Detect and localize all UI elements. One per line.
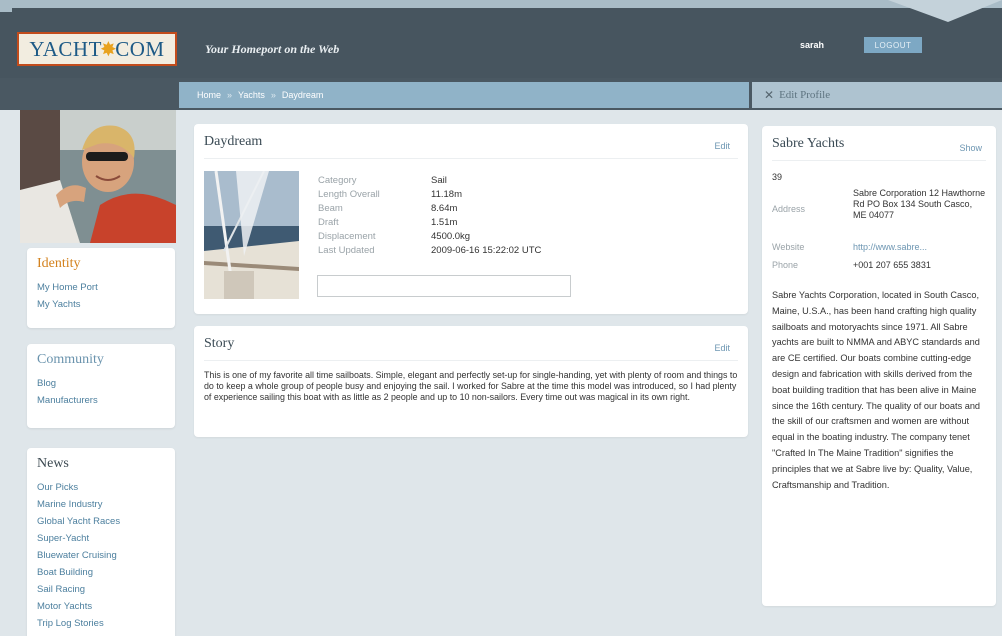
spec-empty-field[interactable] xyxy=(317,275,571,297)
sidebar-item-blog[interactable]: Blog xyxy=(37,375,165,392)
spec-label: Beam xyxy=(318,202,343,214)
breadcrumb-separator: » xyxy=(227,90,233,100)
manufacturer-show-link[interactable]: Show xyxy=(959,143,982,153)
sidebar-item-sail-racing[interactable]: Sail Racing xyxy=(37,581,165,598)
edit-profile-label: Edit Profile xyxy=(779,89,831,101)
breadcrumb: Home » Yachts » Daydream xyxy=(179,82,749,108)
manufacturer-number: 39 xyxy=(772,172,783,182)
sidebar-item-bluewater-cruising[interactable]: Bluewater Cruising xyxy=(37,547,165,564)
breadcrumb-yachts[interactable]: Yachts xyxy=(238,90,265,100)
yacht-specs: Category Sail Length Overall 11.18m Beam… xyxy=(318,173,541,257)
breadcrumb-separator: » xyxy=(270,90,276,100)
spec-label: Last Updated xyxy=(318,244,375,256)
site-tagline: Your Homeport on the Web xyxy=(205,42,340,56)
story-panel: Story Edit This is one of my favorite al… xyxy=(194,326,748,437)
spec-value: 8.64m xyxy=(431,202,458,214)
yacht-edit-link[interactable]: Edit xyxy=(714,141,730,151)
manufacturer-description: Sabre Yachts Corporation, located in Sou… xyxy=(772,290,981,490)
sidebar-identity: Identity My Home Port My Yachts xyxy=(27,248,175,328)
edit-profile-button[interactable]: ✕ Edit Profile xyxy=(752,82,1002,108)
yacht-photo xyxy=(204,171,299,299)
spec-value: 2009-06-16 15:22:02 UTC xyxy=(431,244,542,256)
sidebar-community-title: Community xyxy=(37,352,104,367)
spec-value: 11.18m xyxy=(431,188,462,200)
manufacturer-address-row: Address Sabre Corporation 12 Hawthorne R… xyxy=(772,188,988,221)
sidebar-item-super-yacht[interactable]: Super-Yacht xyxy=(37,530,165,547)
sidebar-item-global-yacht-races[interactable]: Global Yacht Races xyxy=(37,513,165,530)
sidebar-item-motor-yachts[interactable]: Motor Yachts xyxy=(37,598,165,615)
spec-label: Draft xyxy=(318,216,339,228)
site-logo[interactable]: YACHT ✸ COM xyxy=(17,32,177,66)
spec-value: 1.51m xyxy=(431,216,458,228)
website-link[interactable]: http://www.sabre... xyxy=(853,242,988,253)
divider xyxy=(772,160,986,161)
spec-row: Beam 8.64m xyxy=(318,201,541,215)
address-label: Address xyxy=(772,204,806,214)
profile-photo xyxy=(20,110,176,243)
divider xyxy=(204,360,738,361)
manufacturer-phone-row: Phone +001 207 655 3831 xyxy=(772,260,988,271)
spec-row: Length Overall 11.18m xyxy=(318,187,541,201)
spec-row: Category Sail xyxy=(318,173,541,187)
username-label[interactable]: sarah xyxy=(800,40,824,50)
logo-text-left: YACHT xyxy=(29,36,102,61)
breadcrumb-current: Daydream xyxy=(281,90,324,100)
sidebar-identity-title: Identity xyxy=(37,256,81,271)
sidebar-item-trip-log-stories[interactable]: Trip Log Stories xyxy=(37,615,165,632)
manufacturer-website-row: Website http://www.sabre... xyxy=(772,242,988,253)
header-top-edge xyxy=(12,8,1002,12)
sidebar-item-manufacturers[interactable]: Manufacturers xyxy=(37,392,165,409)
spec-row: Displacement 4500.0kg xyxy=(318,229,541,243)
divider xyxy=(204,158,738,159)
wrench-screwdriver-icon: ✕ xyxy=(764,87,775,102)
logo-text-right: COM xyxy=(115,36,165,61)
yacht-name: Daydream xyxy=(204,134,263,149)
sidebar-news-title: News xyxy=(37,456,69,471)
phone-value: +001 207 655 3831 xyxy=(853,260,931,270)
spec-value: 4500.0kg xyxy=(431,230,471,242)
phone-label: Phone xyxy=(772,260,799,270)
logout-button[interactable]: LOGOUT xyxy=(864,37,922,53)
spec-label: Length Overall xyxy=(318,188,380,200)
manufacturer-panel: Sabre Yachts Show 39 Address Sabre Corpo… xyxy=(762,126,996,606)
spec-label: Category xyxy=(318,174,357,186)
sidebar-item-marine-industry[interactable]: Marine Industry xyxy=(37,496,165,513)
spec-label: Displacement xyxy=(318,230,376,242)
website-label: Website xyxy=(772,242,805,252)
sidebar-item-my-home-port[interactable]: My Home Port xyxy=(37,279,165,296)
sidebar-item-my-yachts[interactable]: My Yachts xyxy=(37,296,165,313)
spec-value: Sail xyxy=(431,174,447,186)
sidebar-item-our-picks[interactable]: Our Picks xyxy=(37,479,165,496)
address-value: Sabre Corporation 12 Hawthorne Rd PO Box… xyxy=(853,188,986,220)
header-flag-shape xyxy=(888,0,1002,22)
manufacturer-name: Sabre Yachts xyxy=(772,136,845,151)
sidebar-community: Community Blog Manufacturers xyxy=(27,344,175,428)
sidebar-item-boat-building[interactable]: Boat Building xyxy=(37,564,165,581)
sidebar-news: News Our Picks Marine Industry Global Ya… xyxy=(27,448,175,636)
story-edit-link[interactable]: Edit xyxy=(714,343,730,353)
story-text: This is one of my favorite all time sail… xyxy=(204,370,738,403)
yacht-panel: Daydream Edit Category Sail Length Overa… xyxy=(194,124,748,314)
breadcrumb-home[interactable]: Home xyxy=(197,90,221,100)
spec-row: Draft 1.51m xyxy=(318,215,541,229)
spec-row: Last Updated 2009-06-16 15:22:02 UTC xyxy=(318,243,541,257)
story-title: Story xyxy=(204,336,235,351)
